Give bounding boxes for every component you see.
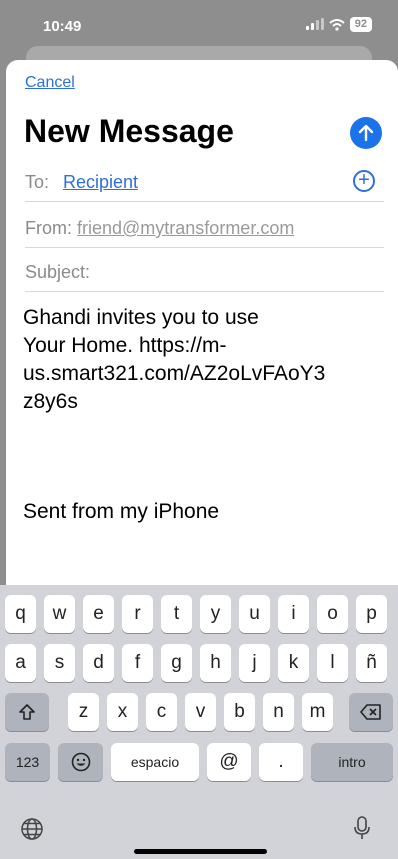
key-m[interactable]: m — [302, 693, 333, 731]
key-n-tilde[interactable]: ñ — [356, 644, 387, 682]
page-title: New Message — [24, 113, 234, 149]
key-k[interactable]: k — [278, 644, 309, 682]
emoji-key[interactable] — [58, 743, 103, 781]
backspace-icon — [360, 704, 381, 720]
cancel-button[interactable]: Cancel — [25, 74, 75, 92]
add-recipient-icon[interactable]: + — [353, 170, 375, 192]
send-button[interactable] — [350, 117, 382, 149]
keyboard: q w e r t y u i o p a s d f g h j k l ñ … — [0, 585, 398, 859]
wifi-icon — [329, 18, 345, 31]
key-c[interactable]: c — [146, 693, 177, 731]
subject-label: Subject: — [25, 262, 91, 282]
key-l[interactable]: l — [317, 644, 348, 682]
status-bar: 10:49 92 — [0, 0, 398, 42]
key-e[interactable]: e — [83, 595, 114, 633]
key-v[interactable]: v — [185, 693, 216, 731]
message-body[interactable]: Ghandi invites you to use Your Home. htt… — [23, 304, 383, 416]
key-h[interactable]: h — [200, 644, 231, 682]
return-key[interactable]: intro — [311, 743, 393, 781]
key-s[interactable]: s — [44, 644, 75, 682]
recipient-value[interactable]: Recipient — [63, 172, 138, 193]
delete-key[interactable] — [349, 693, 393, 731]
key-i[interactable]: i — [278, 595, 309, 633]
key-g[interactable]: g — [161, 644, 192, 682]
from-field[interactable]: From: friend@mytransformer.com — [25, 210, 384, 248]
emoji-icon — [71, 752, 90, 772]
key-x[interactable]: x — [107, 693, 138, 731]
key-j[interactable]: j — [239, 644, 270, 682]
key-w[interactable]: w — [44, 595, 75, 633]
key-r[interactable]: r — [122, 595, 153, 633]
battery-icon: 92 — [349, 17, 372, 32]
from-label: From: — [25, 218, 72, 238]
arrow-up-icon — [358, 124, 374, 142]
shift-icon — [19, 704, 35, 720]
to-label: To: — [25, 172, 50, 192]
key-u[interactable]: u — [239, 595, 270, 633]
key-f[interactable]: f — [122, 644, 153, 682]
key-b[interactable]: b — [224, 693, 255, 731]
key-q[interactable]: q — [5, 595, 36, 633]
key-n[interactable]: n — [263, 693, 294, 731]
dot-key[interactable]: . — [259, 743, 303, 781]
key-d[interactable]: d — [83, 644, 114, 682]
to-field[interactable]: To: Recipient — [25, 164, 384, 202]
globe-icon[interactable] — [20, 817, 44, 841]
signal-icon — [305, 18, 324, 30]
key-t[interactable]: t — [161, 595, 192, 633]
key-a[interactable]: a — [5, 644, 36, 682]
status-icons: 92 — [305, 17, 372, 32]
at-key[interactable]: @ — [207, 743, 251, 781]
from-value[interactable]: friend@mytransformer.com — [77, 218, 294, 239]
microphone-icon[interactable] — [352, 815, 372, 841]
status-time: 10:49 — [43, 18, 82, 35]
home-indicator — [134, 849, 267, 854]
key-p[interactable]: p — [356, 595, 387, 633]
shift-key[interactable] — [5, 693, 49, 731]
subject-field[interactable]: Subject: — [25, 254, 384, 292]
signature[interactable]: Sent from my iPhone — [23, 500, 219, 524]
key-z[interactable]: z — [68, 693, 99, 731]
numbers-key[interactable]: 123 — [5, 743, 50, 781]
space-key[interactable]: espacio — [111, 743, 199, 781]
key-y[interactable]: y — [200, 595, 231, 633]
key-o[interactable]: o — [317, 595, 348, 633]
